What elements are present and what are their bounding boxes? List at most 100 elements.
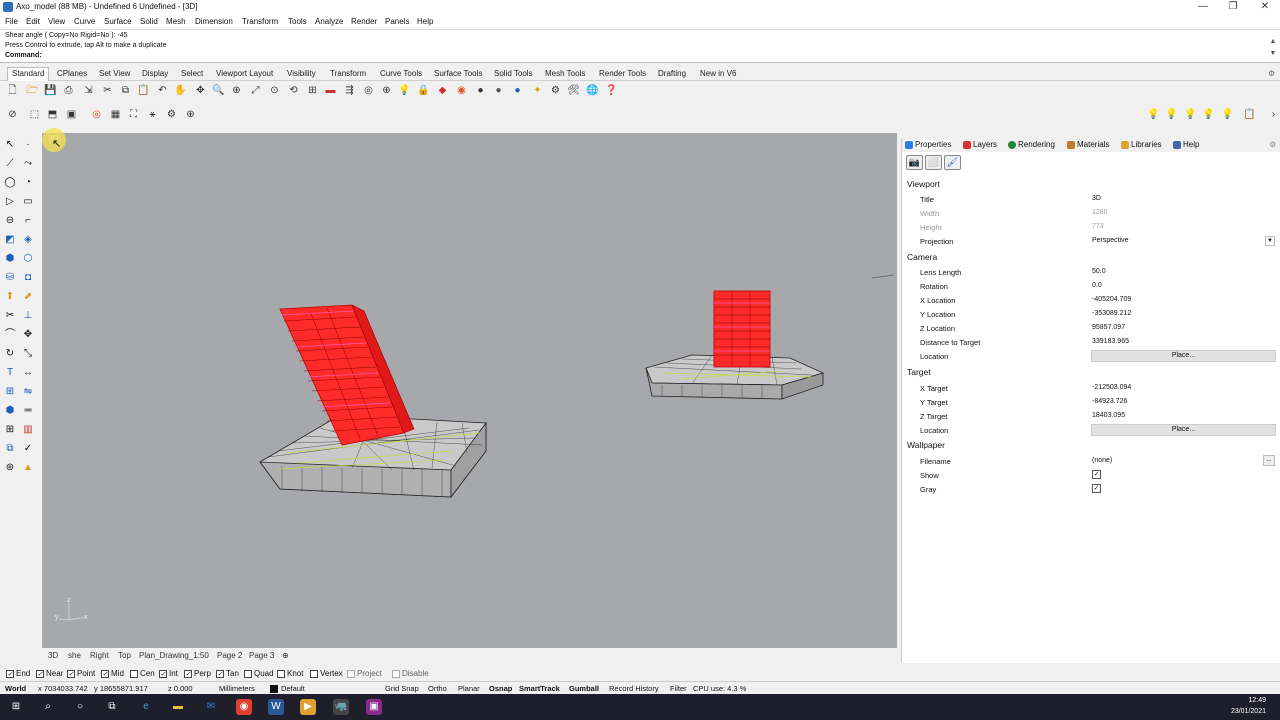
new-file-icon[interactable]: 🗋: [6, 84, 19, 97]
pan-icon[interactable]: ✋: [174, 84, 187, 97]
osnap-knot[interactable]: Knot: [277, 669, 303, 678]
move-icon[interactable]: ✥: [21, 328, 35, 342]
menu-transform[interactable]: Transform: [242, 17, 278, 26]
y-location-field[interactable]: -353089.212: [1092, 310, 1131, 317]
minimize-button[interactable]: —: [1188, 0, 1218, 14]
x-location-field[interactable]: -405204.709: [1092, 296, 1131, 303]
scale-icon[interactable]: ⤡: [21, 347, 35, 361]
osnap-perp[interactable]: ✓ Perp: [184, 669, 211, 678]
zoom-selected-icon[interactable]: ⊙: [268, 84, 281, 97]
viewport-tab-page-3[interactable]: Page 3: [249, 651, 274, 660]
osnap-point[interactable]: ✓ Point: [67, 669, 95, 678]
tab-mesh-tools[interactable]: Mesh Tools: [545, 69, 585, 78]
wallpaper-filename-field[interactable]: (none): [1092, 457, 1112, 464]
tab-solid-tools[interactable]: Solid Tools: [494, 69, 533, 78]
boolean-icon[interactable]: ⬡: [21, 252, 35, 266]
viewport-tab-3d[interactable]: 3D: [48, 651, 58, 660]
clipboard-icon[interactable]: 📋: [1243, 108, 1256, 121]
planar-toggle[interactable]: Planar: [458, 684, 480, 693]
checkbox[interactable]: ✓: [216, 669, 224, 678]
shaded-box-icon[interactable]: ▣: [65, 108, 78, 121]
tab-visibility[interactable]: Visibility: [287, 69, 316, 78]
media-player-icon[interactable]: ▶: [300, 699, 316, 715]
menu-panels[interactable]: Panels: [385, 17, 409, 26]
tab-standard[interactable]: Standard: [7, 67, 50, 81]
tab-select[interactable]: Select: [181, 69, 203, 78]
scroll-up-icon[interactable]: ▲: [1268, 38, 1278, 45]
render-sphere-icon[interactable]: ●: [474, 84, 487, 97]
zoom-extents-icon[interactable]: ⤢: [249, 84, 262, 97]
file-explorer-icon[interactable]: ▬: [170, 699, 186, 715]
checkbox[interactable]: [310, 669, 318, 678]
save-icon[interactable]: 💾: [44, 84, 57, 97]
surface-icon[interactable]: ◩: [3, 233, 17, 247]
cylinder-icon[interactable]: ⛁: [3, 271, 17, 285]
zoom-window-icon[interactable]: ⊕: [230, 84, 243, 97]
target-icon[interactable]: ⊕: [184, 108, 197, 121]
scroll-down-icon[interactable]: ▼: [1268, 50, 1278, 57]
menu-help[interactable]: Help: [417, 17, 433, 26]
bulb-group-icon[interactable]: 💡: [1221, 108, 1234, 121]
paint-icon[interactable]: ▲: [21, 461, 35, 475]
tab-transform[interactable]: Transform: [330, 69, 366, 78]
checkbox[interactable]: ✓: [6, 669, 14, 678]
paste-icon[interactable]: 📋: [137, 84, 150, 97]
lock-icon[interactable]: 🔒: [417, 84, 430, 97]
import-icon[interactable]: ⇲: [82, 84, 95, 97]
rectangle-icon[interactable]: ▭: [21, 195, 35, 209]
edge-browser-icon[interactable]: e: [138, 699, 154, 715]
dimension-icon[interactable]: ↔: [21, 366, 35, 380]
checkbox[interactable]: [130, 669, 138, 678]
copy-icon[interactable]: ⧉: [119, 84, 132, 97]
circle-icon[interactable]: ◎: [90, 108, 103, 121]
osnap-int[interactable]: ✓ Int: [159, 669, 178, 678]
z-target-field[interactable]: 18403.095: [1092, 412, 1125, 419]
rendered-sphere-icon[interactable]: ●: [511, 84, 524, 97]
join-icon[interactable]: ⊥: [21, 309, 35, 323]
current-layer[interactable]: Default: [281, 684, 305, 693]
checkbox[interactable]: [347, 669, 355, 678]
taskbar-time[interactable]: 12:49: [1248, 697, 1266, 704]
target-place-button[interactable]: Place...: [1091, 424, 1276, 436]
menu-mesh[interactable]: Mesh: [166, 17, 186, 26]
hatch-icon[interactable]: ▥: [21, 423, 35, 437]
undo-icon[interactable]: ↶: [156, 84, 169, 97]
menu-edit[interactable]: Edit: [26, 17, 40, 26]
camera-icon[interactable]: 📷: [906, 155, 923, 170]
show-checkbox[interactable]: ✓: [1092, 470, 1101, 479]
checkbox[interactable]: [277, 669, 285, 678]
solid-box-icon[interactable]: ⬢: [3, 252, 17, 266]
smarttrack-toggle[interactable]: SmartTrack: [519, 684, 560, 693]
osnap-toggle-icon[interactable]: ⊘: [6, 108, 19, 121]
menu-solid[interactable]: Solid: [140, 17, 158, 26]
osnap-disable[interactable]: Disable: [392, 669, 429, 678]
bulb-off-icon[interactable]: 💡: [1147, 108, 1160, 121]
chrome-icon[interactable]: ◉: [236, 699, 252, 715]
cplane-label[interactable]: World: [5, 684, 26, 693]
mirror-icon[interactable]: ⇋: [21, 385, 35, 399]
tab-display[interactable]: Display: [142, 69, 168, 78]
circle-tool-icon[interactable]: ◯: [3, 176, 17, 190]
menu-view[interactable]: View: [48, 17, 65, 26]
osnap-tan[interactable]: ✓ Tan: [216, 669, 239, 678]
maximize-button[interactable]: ❐: [1218, 0, 1248, 14]
color-wheel-icon[interactable]: ◉: [455, 84, 468, 97]
magic-wand-icon[interactable]: ✦: [531, 84, 544, 97]
distance-to-target-field[interactable]: 339183.965: [1092, 338, 1129, 345]
menu-tools[interactable]: Tools: [288, 17, 307, 26]
viewport-tab-plan-drawing[interactable]: Plan_Drawing_1:50: [139, 651, 209, 660]
zoom-icon[interactable]: 🔍: [212, 84, 225, 97]
browse-button[interactable]: ...: [1263, 455, 1275, 466]
tools-icon[interactable]: 🛠: [567, 84, 580, 97]
triangle-icon[interactable]: ▷: [3, 195, 17, 209]
viewport-3d[interactable]: 3D: [42, 133, 897, 648]
search-icon[interactable]: ⌕: [40, 699, 56, 715]
blocks-icon[interactable]: ⧉: [3, 442, 17, 456]
tab-surface-tools[interactable]: Surface Tools: [434, 69, 482, 78]
options-gear-icon[interactable]: ⚙: [1268, 69, 1275, 78]
panel-tab-properties[interactable]: Properties: [905, 140, 952, 149]
curve-icon[interactable]: ⤳: [21, 157, 35, 171]
select-arrow-icon[interactable]: ↖: [3, 138, 17, 152]
four-viewports-icon[interactable]: ⊞: [306, 84, 319, 97]
y-target-field[interactable]: -84923.726: [1092, 398, 1127, 405]
